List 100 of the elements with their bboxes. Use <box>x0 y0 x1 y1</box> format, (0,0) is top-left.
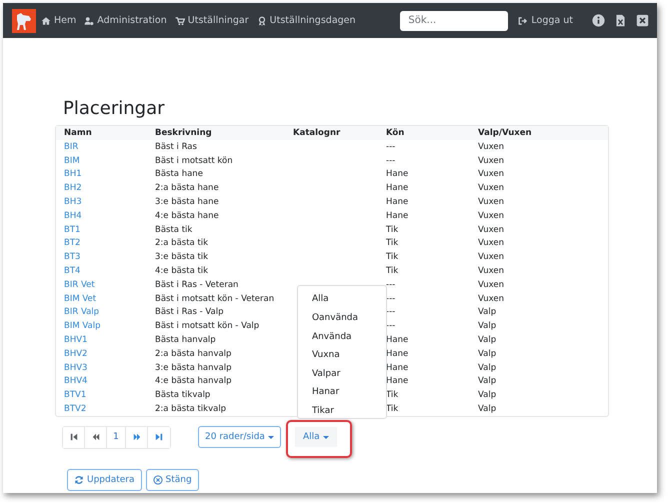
table-cell: Vuxen <box>478 252 504 262</box>
placement-link[interactable]: BIR <box>64 142 78 152</box>
placement-link[interactable]: BTV1 <box>64 390 86 400</box>
placement-link[interactable]: BT1 <box>64 224 80 235</box>
placement-link[interactable]: BIM Valp <box>64 321 100 332</box>
placement-link[interactable]: BHV2 <box>64 348 88 359</box>
close-icon[interactable] <box>636 14 649 27</box>
table-cell: Vuxen <box>478 266 504 276</box>
placement-link[interactable]: BT2 <box>64 238 80 248</box>
table-cell: Valp <box>478 376 496 386</box>
last-page-icon <box>155 433 163 442</box>
table-cell: Bäst i Ras - Veteran <box>155 280 238 290</box>
home-icon <box>41 16 51 26</box>
menu-item[interactable]: Alla <box>298 290 386 310</box>
table-cell: Vuxen <box>478 156 504 166</box>
table-cell: Valp <box>478 362 496 373</box>
placement-link[interactable]: BH1 <box>64 169 82 180</box>
table-cell: Valp <box>478 321 496 332</box>
table-cell: Valp <box>478 348 496 359</box>
table-cell: Vuxen <box>478 294 504 304</box>
excel-file-icon[interactable] <box>614 14 627 27</box>
menu-item[interactable]: Vuxna <box>298 346 386 365</box>
placement-link[interactable]: BHV3 <box>64 362 88 373</box>
search-field[interactable]: Sök... <box>400 10 508 30</box>
user-icon <box>84 16 94 26</box>
table-cell: Tik <box>386 224 398 235</box>
table-cell: --- <box>386 156 396 166</box>
table-cell: Hane <box>386 362 408 373</box>
table-cell: Hane <box>386 183 408 194</box>
table-cell: Hane <box>386 335 408 346</box>
table-cell: Hane <box>386 348 408 359</box>
table-cell: Vuxen <box>478 210 504 221</box>
previous-page-icon <box>92 433 100 442</box>
first-page-button[interactable] <box>63 426 85 448</box>
placement-link[interactable]: BTV2 <box>64 404 86 414</box>
next-page-icon <box>132 433 140 442</box>
table-cell: Bäst i motsatt kön - Valp <box>155 321 260 332</box>
table-cell: Bästa tikvalp <box>155 390 210 400</box>
nav-link[interactable]: Hem <box>41 15 76 26</box>
info-icon[interactable] <box>592 14 605 27</box>
table-cell: 3:e bästa hane <box>155 197 219 208</box>
table-cell: Hane <box>386 197 408 208</box>
table-cell: Tik <box>386 404 398 414</box>
table-cell: Vuxen <box>478 280 504 290</box>
table-cell: Vuxen <box>478 224 504 235</box>
table-cell: Hane <box>386 376 408 386</box>
table-cell: Tik <box>386 238 398 248</box>
nav-link[interactable]: Utställningsdagen <box>256 15 356 26</box>
award-icon <box>256 16 267 26</box>
table-cell: 2:a bästa tik <box>155 238 208 248</box>
menu-item[interactable]: Oanvända <box>298 309 386 328</box>
close-circle-icon <box>152 474 163 485</box>
page-size-dropdown[interactable]: 20 rader/sida <box>198 426 281 448</box>
nav-link[interactable]: Utställningar <box>174 15 249 26</box>
placement-link[interactable]: BIM Vet <box>64 294 96 304</box>
table-cell: Bäst i Ras - Valp <box>155 307 224 318</box>
nav-link[interactable]: Administration <box>84 15 167 26</box>
table-cell: Tik <box>386 390 398 400</box>
placement-link[interactable]: BH4 <box>64 210 82 221</box>
placement-link[interactable]: BT4 <box>64 266 80 276</box>
table-cell: Vuxen <box>478 183 504 194</box>
menu-item[interactable]: Hanar <box>298 383 386 402</box>
filter-dropdown[interactable]: Alla <box>294 427 337 448</box>
placement-link[interactable]: BH2 <box>64 183 82 194</box>
table-cell: Valp <box>478 307 496 318</box>
table-cell: --- <box>386 142 396 152</box>
column-header: Namn <box>56 126 147 140</box>
page-title: Placeringar <box>63 98 166 119</box>
table-cell: Vuxen <box>478 238 504 248</box>
placement-link[interactable]: BIR Valp <box>64 307 100 318</box>
column-header: Kön <box>378 126 470 140</box>
table-cell: Bästa hane <box>155 169 203 180</box>
table-cell: Bäst i Ras <box>155 142 197 152</box>
menu-item[interactable]: Använda <box>298 328 386 346</box>
refresh-icon <box>74 474 84 485</box>
dog-logo-icon[interactable] <box>12 8 36 32</box>
placement-link[interactable]: BHV1 <box>64 335 88 346</box>
logout-link[interactable]: Logga ut <box>518 15 573 26</box>
highlight-frame <box>286 420 352 458</box>
placement-link[interactable]: BT3 <box>64 252 80 262</box>
placement-link[interactable]: BH3 <box>64 197 82 208</box>
table-cell: Vuxen <box>478 169 504 180</box>
table-cell: 2:a bästa tikvalp <box>155 404 226 414</box>
close-button[interactable]: Stäng <box>146 468 199 491</box>
logout-icon <box>518 16 528 26</box>
table-cell: 4:e bästa tik <box>155 266 208 276</box>
menu-item[interactable]: Valpar <box>298 364 386 384</box>
menu-item[interactable]: Tikar <box>298 402 386 418</box>
column-header: Katalognr <box>285 126 378 140</box>
table-cell: 4:e bästa hane <box>155 210 219 221</box>
table-cell: Bäst i motsatt kön - Veteran <box>155 294 274 304</box>
placement-link[interactable]: BIR Vet <box>64 280 95 290</box>
placement-link[interactable]: BIM <box>64 156 80 166</box>
table-cell: 3:e bästa tik <box>155 252 208 262</box>
refresh-button[interactable]: Uppdatera <box>67 468 142 491</box>
placement-link[interactable]: BHV4 <box>64 376 88 386</box>
column-header: Valp/Vuxen <box>470 126 608 140</box>
table-cell: Valp <box>478 404 496 414</box>
table-cell: Hane <box>386 169 408 180</box>
column-header: Beskrivning <box>147 126 285 140</box>
